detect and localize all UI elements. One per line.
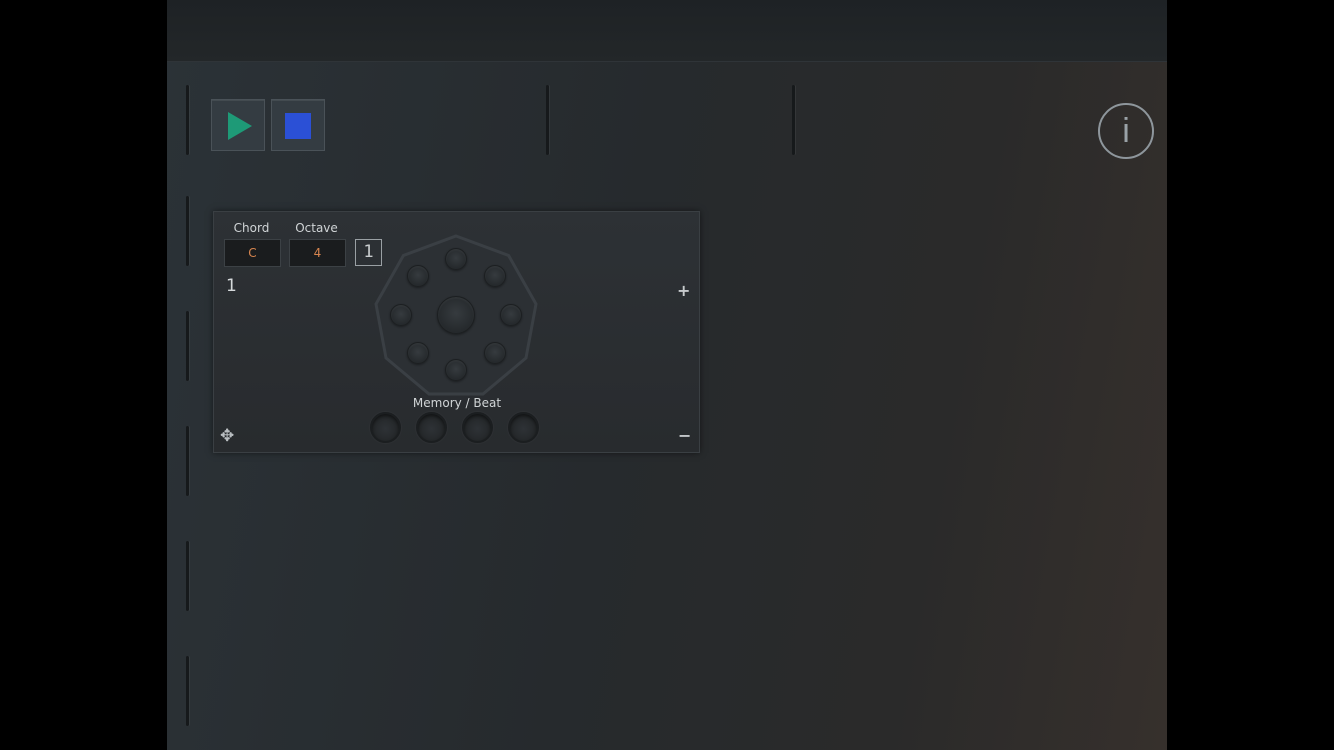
minus-button[interactable]: − bbox=[678, 426, 691, 445]
octave-field[interactable]: 4 bbox=[289, 239, 346, 267]
step-number: 1 bbox=[226, 276, 237, 296]
top-bar bbox=[167, 0, 1167, 62]
memory-button[interactable] bbox=[370, 412, 401, 443]
divider bbox=[546, 85, 549, 155]
chord-field[interactable]: C bbox=[224, 239, 281, 267]
side-divider bbox=[186, 196, 189, 266]
wheel-knob[interactable] bbox=[390, 304, 412, 326]
stop-icon bbox=[285, 113, 311, 139]
move-icon[interactable]: ✥ bbox=[220, 426, 234, 446]
wheel-knob[interactable] bbox=[407, 342, 429, 364]
app-window: i Chord Octave C 4 1 1 + − ✥ Memory / Be… bbox=[167, 0, 1167, 750]
memory-button[interactable] bbox=[416, 412, 447, 443]
memory-button[interactable] bbox=[508, 412, 539, 443]
divider bbox=[186, 85, 189, 155]
wheel-knob[interactable] bbox=[500, 304, 522, 326]
chord-label: Chord bbox=[233, 221, 270, 235]
octave-label: Octave bbox=[295, 221, 338, 235]
play-button[interactable] bbox=[211, 99, 265, 151]
wheel-knob[interactable] bbox=[484, 265, 506, 287]
plus-button[interactable]: + bbox=[677, 281, 690, 300]
memory-button[interactable] bbox=[462, 412, 493, 443]
chord-module: Chord Octave C 4 1 1 + − ✥ Memory / Beat bbox=[213, 211, 700, 453]
wheel-knob[interactable] bbox=[445, 248, 467, 270]
wheel-center-knob[interactable] bbox=[437, 296, 475, 334]
divider bbox=[792, 85, 795, 155]
side-divider bbox=[186, 426, 189, 496]
wheel-knob[interactable] bbox=[407, 265, 429, 287]
info-button[interactable]: i bbox=[1098, 103, 1154, 159]
side-divider bbox=[186, 311, 189, 381]
side-divider bbox=[186, 656, 189, 726]
play-icon bbox=[228, 112, 252, 140]
stop-button[interactable] bbox=[271, 99, 325, 151]
memory-beat-label: Memory / Beat bbox=[412, 396, 502, 410]
wheel-knob[interactable] bbox=[484, 342, 506, 364]
side-divider bbox=[186, 541, 189, 611]
wheel-knob[interactable] bbox=[445, 359, 467, 381]
